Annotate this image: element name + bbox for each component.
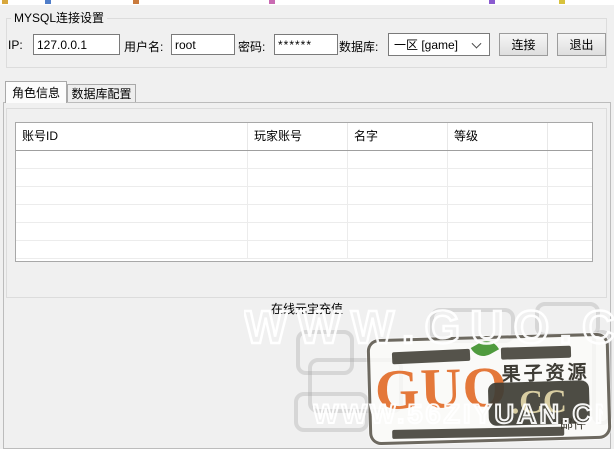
- table-cell: [248, 151, 348, 168]
- table-cell: [548, 205, 592, 222]
- table-row[interactable]: [16, 241, 592, 259]
- table-cell: [16, 187, 248, 204]
- table-cell: [16, 241, 248, 258]
- icon-fragment: [559, 0, 565, 4]
- stamp-bottom-bar: [392, 426, 565, 439]
- ip-label: IP:: [8, 38, 23, 52]
- database-select[interactable]: 一区 [game]: [388, 33, 490, 56]
- tab-db-config[interactable]: 数据库配置: [67, 84, 136, 102]
- column-header-account-id[interactable]: 账号ID: [16, 123, 248, 150]
- table-cell: [248, 187, 348, 204]
- chevron-down-icon: [471, 38, 482, 49]
- table-row[interactable]: [16, 151, 592, 169]
- table-cell: [448, 151, 548, 168]
- accounts-table: 账号ID 玩家账号 名字 等级: [15, 122, 593, 262]
- table-body: [16, 151, 592, 259]
- icon-fragment: [2, 0, 8, 4]
- mysql-connection-group-title: MYSQL连接设置: [11, 12, 108, 25]
- table-cell: [248, 169, 348, 186]
- exit-button[interactable]: 退出: [557, 33, 606, 56]
- tab-role-info[interactable]: 角色信息: [5, 81, 67, 103]
- table-cell: [248, 241, 348, 258]
- username-label: 用户名:: [124, 40, 164, 54]
- table-cell: [348, 151, 448, 168]
- database-label: 数据库:: [339, 40, 379, 54]
- table-cell: [16, 151, 248, 168]
- username-input[interactable]: [171, 34, 235, 55]
- table-cell: [348, 187, 448, 204]
- table-row[interactable]: [16, 205, 592, 223]
- table-cell: [548, 169, 592, 186]
- table-cell: [348, 241, 448, 258]
- table-row[interactable]: [16, 223, 592, 241]
- password-label: 密码:: [238, 40, 266, 54]
- table-cell: [548, 187, 592, 204]
- column-header-player-account[interactable]: 玩家账号: [248, 123, 348, 150]
- table-header-row: 账号ID 玩家账号 名字 等级: [16, 123, 592, 151]
- table-cell: [348, 205, 448, 222]
- tab-db-config-label: 数据库配置: [71, 87, 132, 101]
- table-cell: [448, 223, 548, 240]
- password-input[interactable]: [274, 34, 338, 55]
- table-cell: [16, 169, 248, 186]
- table-row[interactable]: [16, 169, 592, 187]
- table-cell: [248, 205, 348, 222]
- connect-button[interactable]: 连接: [499, 33, 548, 56]
- table-cell: [248, 223, 348, 240]
- table-cell: [448, 241, 548, 258]
- recharge-group-title: 在线元宝充值: [268, 303, 347, 316]
- table-cell: [16, 223, 248, 240]
- table-cell: [448, 187, 548, 204]
- icon-fragment: [269, 0, 275, 4]
- column-header-level[interactable]: 等级: [448, 123, 548, 150]
- table-cell: [348, 223, 448, 240]
- icon-fragment: [489, 0, 495, 4]
- table-row[interactable]: [16, 187, 592, 205]
- table-cell: [548, 241, 592, 258]
- icon-fragment: [45, 0, 51, 4]
- icon-fragment: [133, 0, 139, 4]
- top-edge-strip: [0, 0, 614, 5]
- table-cell: [16, 205, 248, 222]
- table-cell: [548, 151, 592, 168]
- guo-cc-watermark-stamp: 果子资源 GUO .CC 邮件: [366, 332, 612, 446]
- column-header-extra: [548, 123, 592, 150]
- column-header-name[interactable]: 名字: [348, 123, 448, 150]
- table-cell: [448, 205, 548, 222]
- ip-input[interactable]: [33, 34, 120, 55]
- table-cell: [348, 169, 448, 186]
- tab-role-info-label: 角色信息: [11, 86, 60, 100]
- table-cell: [448, 169, 548, 186]
- table-cell: [548, 223, 592, 240]
- database-select-value: 一区 [game]: [394, 38, 459, 52]
